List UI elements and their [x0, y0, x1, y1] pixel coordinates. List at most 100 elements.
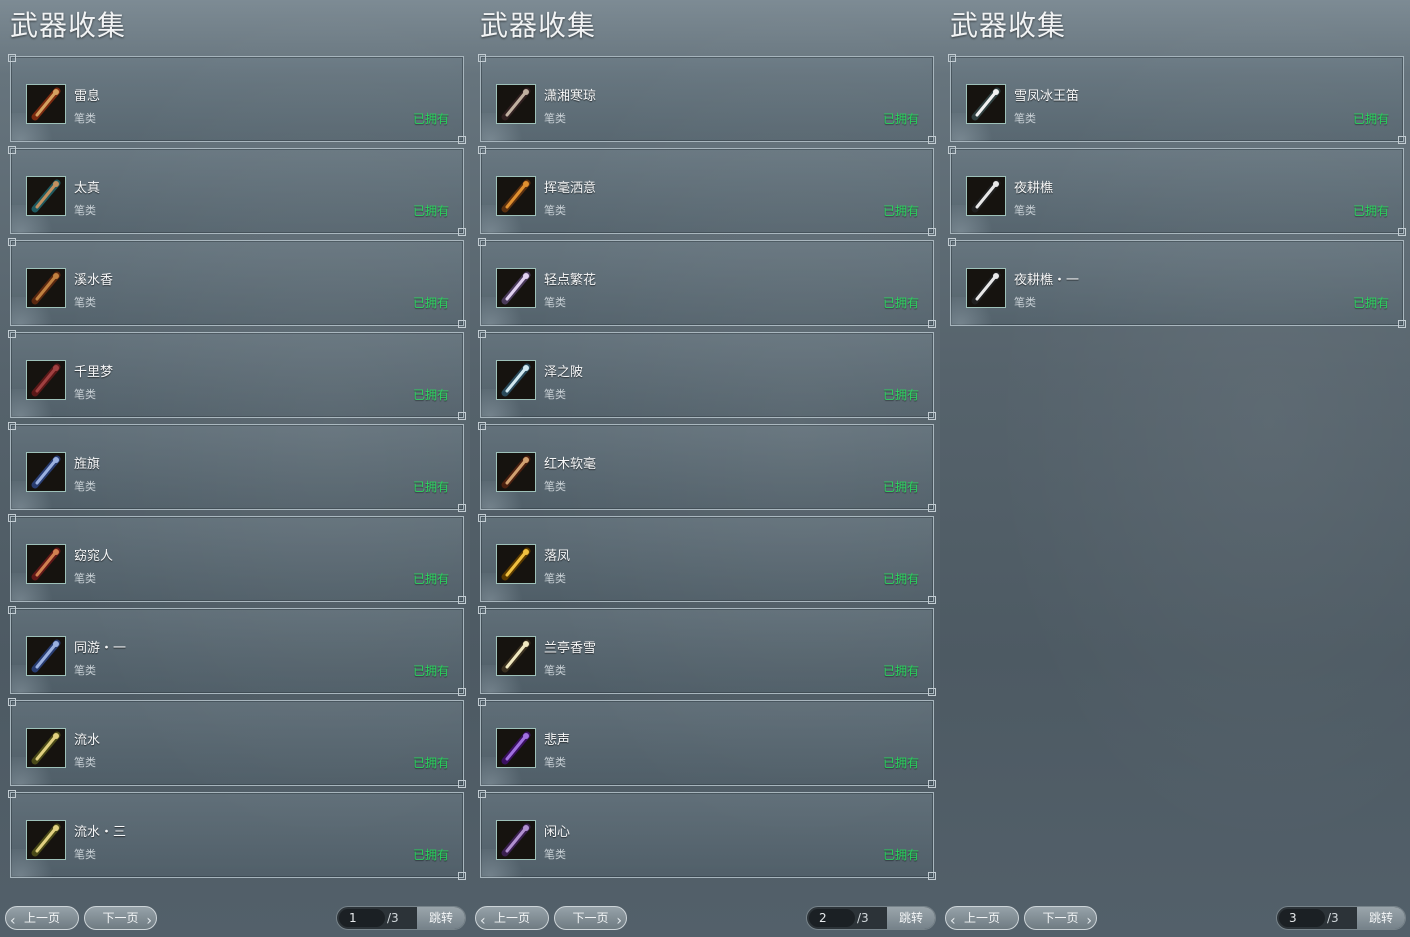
weapon-list: 雷息 笔类 已拥有 太真 笔类 已拥有 溪水香 笔类 已拥有 千里梦 笔类 已拥有 [8, 54, 466, 884]
weapon-type: 笔类 [544, 296, 566, 309]
weapon-type: 笔类 [544, 572, 566, 585]
prev-page-button[interactable]: ‹ 上一页 [475, 906, 549, 930]
weapon-row[interactable]: 闲心笔类 已拥有 [478, 790, 936, 880]
weapon-row[interactable]: 旌旗 笔类 已拥有 [8, 422, 466, 512]
owned-status: 已拥有 [1352, 112, 1389, 126]
weapon-row[interactable]: 雷息 笔类 已拥有 [8, 54, 466, 144]
weapon-name: 同游・一 [74, 641, 127, 656]
blue-brush-icon [26, 452, 66, 492]
weapon-name: 悲声 [544, 733, 571, 748]
owned-status: 已拥有 [412, 112, 449, 126]
panel-title: 武器收集 [950, 9, 1067, 42]
weapon-list: 雪凤冰王笛 笔类 已拥有 夜耕樵 笔类 已拥有 夜耕樵・一 笔类 已拥有 [948, 54, 1406, 332]
page-number-input[interactable] [809, 909, 855, 927]
wood-brush-icon [496, 452, 536, 492]
owned-status: 已拥有 [412, 296, 449, 310]
collection-panel: 武器收集 雪凤冰王笛 笔类 已拥有 夜耕樵 笔类 已拥有 夜耕樵・一 笔类 已拥有 ‹ 上一… [940, 0, 1410, 937]
weapon-type: 笔类 [544, 480, 566, 493]
weapon-row[interactable]: 红木软毫 笔类 已拥有 [478, 422, 936, 512]
weapon-row[interactable]: 夜耕樵・一 笔类 已拥有 [948, 238, 1406, 328]
owned-status: 已拥有 [412, 664, 449, 678]
prev-page-button[interactable]: ‹ 上一页 [5, 906, 79, 930]
weapon-row[interactable]: 流水・三 笔类 已拥有 [8, 790, 466, 880]
owned-status: 已拥有 [412, 480, 449, 494]
next-page-label: 下一页 [572, 911, 609, 925]
weapon-type: 笔类 [74, 664, 96, 677]
red-flute-icon [26, 84, 66, 124]
weapon-row[interactable]: 轻点繁花 笔类 已拥有 [478, 238, 936, 328]
owned-status: 已拥有 [882, 388, 919, 402]
prev-page-button[interactable]: ‹ 上一页 [945, 906, 1019, 930]
weapon-row[interactable]: 溪水香 笔类 已拥有 [8, 238, 466, 328]
weapon-name: 夜耕樵・一 [1014, 273, 1080, 288]
weapon-row[interactable]: 兰亭香雪 笔类 已拥有 [478, 606, 936, 696]
owned-status: 已拥有 [412, 848, 449, 862]
weapon-row[interactable]: 太真 笔类 已拥有 [8, 146, 466, 236]
chevron-left-icon: ‹ [10, 913, 16, 929]
weapon-type: 笔类 [74, 204, 96, 217]
weapon-name: 千里梦 [74, 365, 114, 380]
owned-status: 已拥有 [882, 204, 919, 218]
jump-button[interactable]: 跳转 [887, 907, 935, 929]
jump-button[interactable]: 跳转 [1357, 907, 1405, 929]
weapon-list: 潇湘寒琼 笔类 已拥有 挥毫洒意 笔类 已拥有 轻点繁花 笔类 已拥有 泽之陂 笔类 已拥有 [478, 54, 936, 884]
blue-brush-icon [26, 636, 66, 676]
next-page-button[interactable]: 下一页 › [554, 906, 627, 930]
weapon-type: 笔类 [544, 848, 566, 861]
weapon-row[interactable]: 千里梦 笔类 已拥有 [8, 330, 466, 420]
page-total: /3 [1327, 911, 1339, 925]
next-page-label: 下一页 [102, 911, 139, 925]
weapon-type: 笔类 [1014, 204, 1036, 217]
next-page-button[interactable]: 下一页 › [1024, 906, 1097, 930]
chevron-left-icon: ‹ [950, 913, 956, 929]
purple-brush-icon [496, 728, 536, 768]
weapon-row[interactable]: 流水笔类 已拥有 [8, 698, 466, 788]
owned-status: 已拥有 [412, 572, 449, 586]
weapon-row[interactable]: 挥毫洒意 笔类 已拥有 [478, 146, 936, 236]
weapon-row[interactable]: 雪凤冰王笛 笔类 已拥有 [948, 54, 1406, 144]
owned-status: 已拥有 [412, 756, 449, 770]
lilac-brush-icon [496, 268, 536, 308]
owned-status: 已拥有 [1352, 204, 1389, 218]
weapon-name: 落凤 [544, 549, 571, 564]
jump-button[interactable]: 跳转 [417, 907, 465, 929]
pager: ‹ 上一页 下一页 › /3 跳转 [0, 903, 470, 933]
weapon-type: 笔类 [74, 756, 96, 769]
weapon-row[interactable]: 窈窕人 笔类 已拥有 [8, 514, 466, 604]
weapon-name: 闲心 [544, 825, 571, 840]
owned-status: 已拥有 [882, 480, 919, 494]
page-number-input[interactable] [1279, 909, 1325, 927]
weapon-row[interactable]: 潇湘寒琼 笔类 已拥有 [478, 54, 936, 144]
weapon-name: 流水 [74, 733, 101, 748]
weapon-name: 旌旗 [74, 457, 101, 472]
owned-status: 已拥有 [1352, 296, 1389, 310]
teal-brush-icon [26, 176, 66, 216]
weapon-name: 雪凤冰王笛 [1014, 89, 1080, 104]
owned-status: 已拥有 [882, 848, 919, 862]
cream-brush-icon [496, 636, 536, 676]
weapon-name: 潇湘寒琼 [544, 89, 597, 104]
prev-page-label: 上一页 [23, 911, 60, 925]
weapon-name: 太真 [74, 181, 101, 196]
weapon-row[interactable]: 落凤 笔类 已拥有 [478, 514, 936, 604]
weapon-name: 兰亭香雪 [544, 641, 597, 656]
weapon-row[interactable]: 泽之陂 笔类 已拥有 [478, 330, 936, 420]
weapon-name: 窈窕人 [74, 549, 114, 564]
weapon-row[interactable]: 同游・一笔类 已拥有 [8, 606, 466, 696]
amber-brush-icon [496, 176, 536, 216]
next-page-button[interactable]: 下一页 › [84, 906, 157, 930]
chevron-right-icon: › [1086, 913, 1092, 929]
phoenix-brush-icon [496, 544, 536, 584]
owned-status: 已拥有 [882, 664, 919, 678]
crystal-brush-icon [496, 360, 536, 400]
twin-brush-icon [26, 360, 66, 400]
page-number-input[interactable] [339, 909, 385, 927]
weapon-name: 挥毫洒意 [544, 181, 597, 196]
weapon-row[interactable]: 夜耕樵 笔类 已拥有 [948, 146, 1406, 236]
weapon-name: 泽之陂 [544, 365, 584, 380]
weapon-type: 笔类 [74, 388, 96, 401]
collection-panel: 武器收集 雷息 笔类 已拥有 太真 笔类 已拥有 溪水香 笔类 已拥有 千里梦 … [0, 0, 470, 937]
next-page-label: 下一页 [1042, 911, 1079, 925]
weapon-row[interactable]: 悲声 笔类 已拥有 [478, 698, 936, 788]
prev-page-label: 上一页 [963, 911, 1000, 925]
